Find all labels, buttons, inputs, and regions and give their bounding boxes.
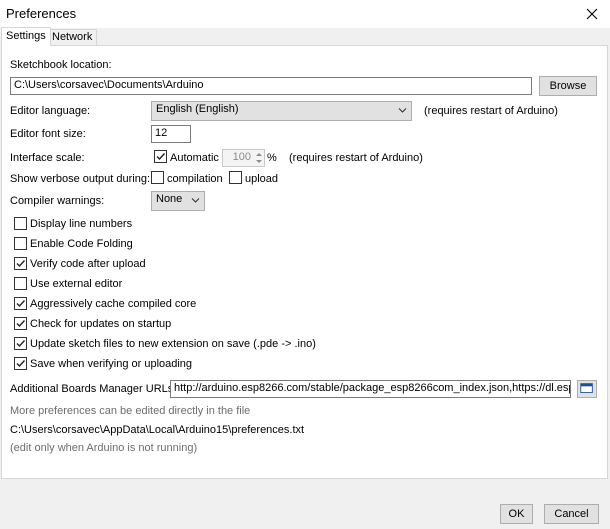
title-bar: Preferences xyxy=(0,0,610,28)
option-label: Use external editor xyxy=(30,278,123,290)
tab-settings[interactable]: Settings xyxy=(1,27,51,46)
checkmark-icon xyxy=(16,340,26,348)
option-label: Aggressively cache compiled core xyxy=(30,298,197,310)
preferences-file-path: C:\Users\corsavec\AppData\Local\Arduino1… xyxy=(10,424,305,436)
option-checkbox[interactable] xyxy=(14,277,27,290)
sketchbook-path-input[interactable]: C:\Users\corsavec\Documents\Arduino xyxy=(10,77,532,95)
window-title: Preferences xyxy=(6,6,77,21)
option-checkbox[interactable] xyxy=(14,257,27,270)
option-label: Update sketch files to new extension on … xyxy=(30,338,316,350)
verbose-compilation-checkbox[interactable] xyxy=(151,171,164,184)
checkmark-icon xyxy=(156,153,166,161)
editor-language-value: English (English) xyxy=(156,103,239,115)
chevron-down-icon xyxy=(398,108,407,113)
cancel-button[interactable]: Cancel xyxy=(544,504,599,524)
checkmark-icon xyxy=(16,300,26,308)
chevron-down-icon xyxy=(191,198,200,203)
checkmark-icon xyxy=(16,360,26,368)
font-size-label: Editor font size: xyxy=(10,128,86,140)
close-icon xyxy=(586,8,598,20)
font-size-input[interactable]: 12 xyxy=(151,125,191,143)
window-icon xyxy=(580,383,593,393)
boards-urls-input[interactable]: http://arduino.esp8266.com/stable/packag… xyxy=(170,380,571,398)
compiler-warnings-value: None xyxy=(156,193,183,205)
spinner-arrows-icon xyxy=(256,153,262,163)
automatic-scale-label: Automatic xyxy=(170,152,219,164)
option-label: Display line numbers xyxy=(30,218,133,230)
option-checkbox[interactable] xyxy=(14,337,27,350)
interface-scale-label: Interface scale: xyxy=(10,152,85,164)
option-checkbox[interactable] xyxy=(14,357,27,370)
language-restart-note: (requires restart of Arduino) xyxy=(424,105,558,117)
option-label: Verify code after upload xyxy=(30,258,146,270)
verbose-upload-label: upload xyxy=(245,173,279,185)
sketchbook-label: Sketchbook location: xyxy=(10,59,112,71)
edit-restriction-note: (edit only when Arduino is not running) xyxy=(10,442,198,454)
close-button[interactable] xyxy=(574,2,610,26)
tab-network[interactable]: Network xyxy=(47,29,98,46)
interface-scale-unit: % xyxy=(267,152,277,164)
browse-button[interactable]: Browse xyxy=(539,76,597,96)
option-label: Save when verifying or uploading xyxy=(30,358,193,370)
verbose-compilation-label: compilation xyxy=(167,173,223,185)
option-checkbox[interactable] xyxy=(14,317,27,330)
automatic-scale-checkbox[interactable] xyxy=(154,150,167,163)
interface-scale-spinner[interactable]: 100 xyxy=(222,149,265,167)
edit-urls-button[interactable] xyxy=(577,380,597,398)
scale-restart-note: (requires restart of Arduino) xyxy=(289,152,423,164)
option-label: Check for updates on startup xyxy=(30,318,172,330)
interface-scale-value: 100 xyxy=(232,151,251,163)
checkmark-icon xyxy=(16,320,26,328)
option-label: Enable Code Folding xyxy=(30,238,133,250)
option-checkbox[interactable] xyxy=(14,297,27,310)
verbose-upload-checkbox[interactable] xyxy=(229,171,242,184)
more-preferences-note: More preferences can be edited directly … xyxy=(10,405,251,417)
compiler-warnings-select[interactable]: None xyxy=(151,191,205,211)
boards-urls-label: Additional Boards Manager URLs: xyxy=(10,383,177,395)
ok-button[interactable]: OK xyxy=(500,504,533,524)
verbose-output-label: Show verbose output during: xyxy=(10,173,151,185)
compiler-warnings-label: Compiler warnings: xyxy=(10,195,105,207)
editor-language-label: Editor language: xyxy=(10,105,91,117)
editor-language-select[interactable]: English (English) xyxy=(151,101,412,121)
option-checkbox[interactable] xyxy=(14,237,27,250)
option-checkbox[interactable] xyxy=(14,217,27,230)
checkmark-icon xyxy=(16,260,26,268)
